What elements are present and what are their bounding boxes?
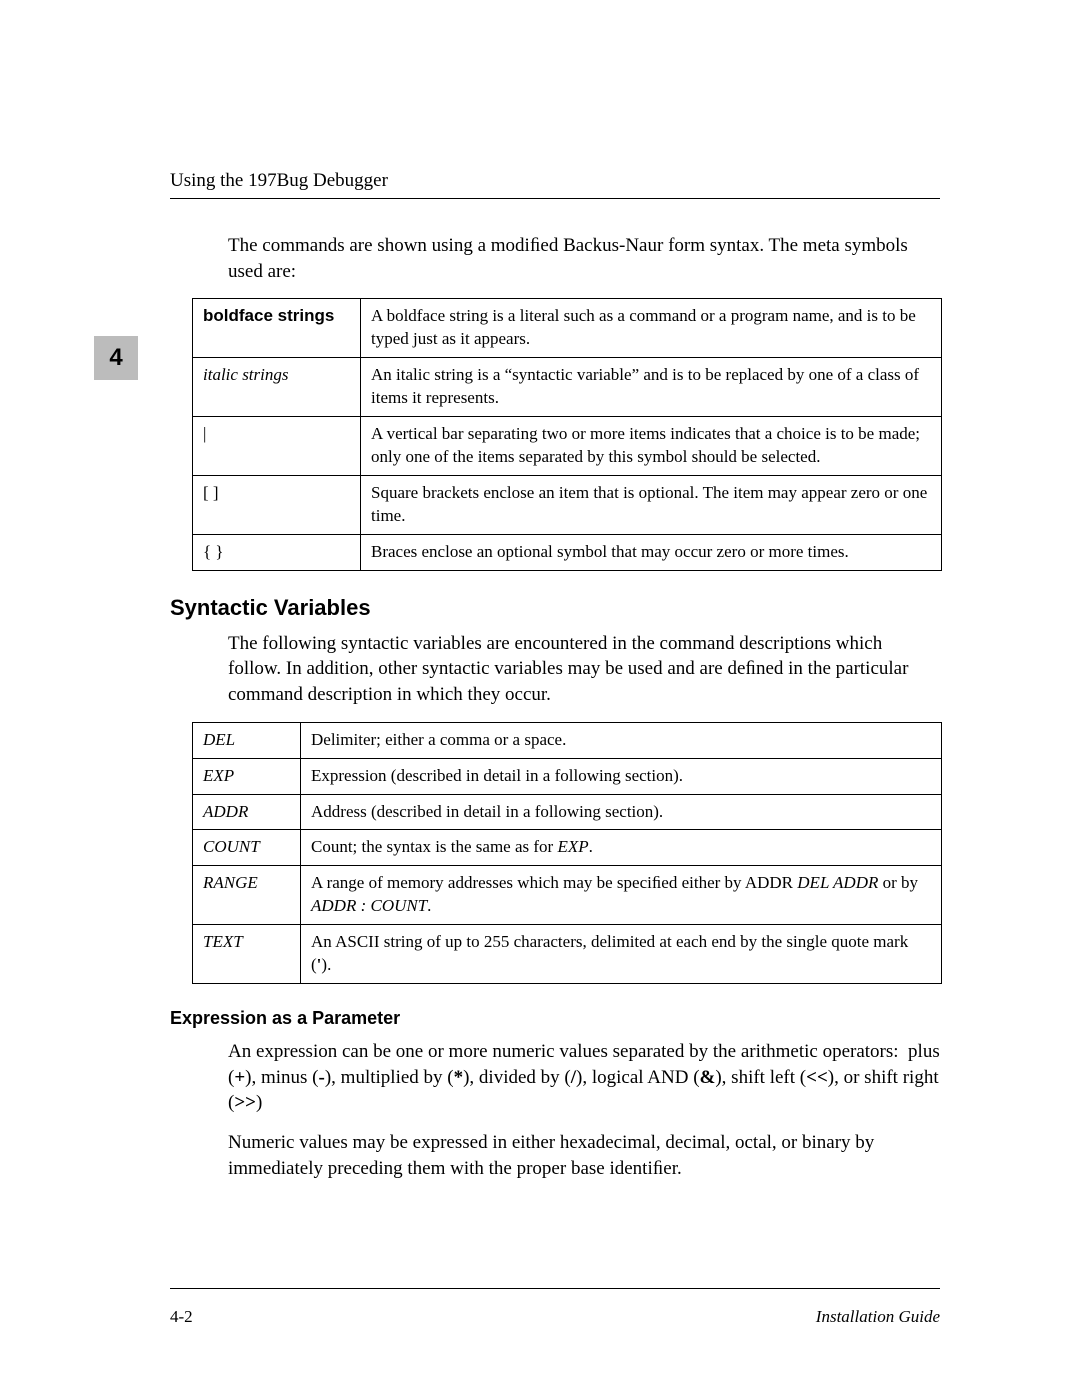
numeric-paragraph: Numeric values may be expressed in eithe…	[228, 1130, 940, 1181]
body-text: The commands are shown using a modiﬁed B…	[228, 233, 940, 284]
section-body: The following syntactic variables are en…	[228, 631, 940, 708]
table-row: RANGEA range of memory addresses which m…	[193, 866, 942, 925]
meta-key: { }	[193, 534, 361, 570]
var-key: RANGE	[193, 866, 301, 925]
meta-desc: An italic string is a “syntactic variabl…	[361, 358, 942, 417]
table-row: boldface stringsA boldface string is a l…	[193, 299, 942, 358]
meta-desc: Square brackets enclose an item that is …	[361, 475, 942, 534]
subsection-heading-expression: Expression as a Parameter	[170, 1008, 940, 1029]
section-heading-syntactic-variables: Syntactic Variables	[170, 595, 940, 621]
meta-desc: A boldface string is a literal such as a…	[361, 299, 942, 358]
page: Using the 197Bug Debugger 4 The commands…	[0, 0, 1080, 1397]
expression-paragraph: An expression can be one or more numeric…	[228, 1039, 940, 1116]
var-key: EXP	[193, 758, 301, 794]
var-desc: Expression (described in detail in a fol…	[301, 758, 942, 794]
meta-desc: Braces enclose an optional symbol that m…	[361, 534, 942, 570]
var-key: DEL	[193, 722, 301, 758]
var-desc: Address (described in detail in a follow…	[301, 794, 942, 830]
var-desc: Delimiter; either a comma or a space.	[301, 722, 942, 758]
chapter-tab: 4	[94, 336, 138, 380]
section-paragraph: The following syntactic variables are en…	[228, 631, 940, 708]
footer-rule	[170, 1288, 940, 1289]
table-row: { }Braces enclose an optional symbol tha…	[193, 534, 942, 570]
meta-symbols-table: boldface stringsA boldface string is a l…	[192, 298, 942, 570]
page-number: 4-2	[170, 1307, 193, 1327]
table-row: TEXTAn ASCII string of up to 255 charact…	[193, 925, 942, 984]
var-desc: An ASCII string of up to 255 characters,…	[301, 925, 942, 984]
expression-body: An expression can be one or more numeric…	[228, 1039, 940, 1181]
var-desc: A range of memory addresses which may be…	[301, 866, 942, 925]
header-rule	[170, 198, 940, 199]
table-row: DELDelimiter; either a comma or a space.	[193, 722, 942, 758]
meta-key: [ ]	[193, 475, 361, 534]
table-row: ADDRAddress (described in detail in a fo…	[193, 794, 942, 830]
var-key: COUNT	[193, 830, 301, 866]
meta-desc: A vertical bar separating two or more it…	[361, 417, 942, 476]
meta-key: |	[193, 417, 361, 476]
syntactic-variables-table: DELDelimiter; either a comma or a space.…	[192, 722, 942, 985]
meta-key: boldface strings	[193, 299, 361, 358]
var-key: ADDR	[193, 794, 301, 830]
table-row: COUNTCount; the syntax is the same as fo…	[193, 830, 942, 866]
table-row: EXPExpression (described in detail in a …	[193, 758, 942, 794]
var-desc: Count; the syntax is the same as for EXP…	[301, 830, 942, 866]
var-key: TEXT	[193, 925, 301, 984]
table-row: italic stringsAn italic string is a “syn…	[193, 358, 942, 417]
table-row: [ ]Square brackets enclose an item that …	[193, 475, 942, 534]
meta-key: italic strings	[193, 358, 361, 417]
intro-paragraph: The commands are shown using a modiﬁed B…	[228, 233, 940, 284]
table-row: |A vertical bar separating two or more i…	[193, 417, 942, 476]
doc-title: Installation Guide	[816, 1307, 940, 1327]
running-head: Using the 197Bug Debugger	[170, 170, 940, 192]
page-footer: 4-2 Installation Guide	[170, 1307, 940, 1327]
